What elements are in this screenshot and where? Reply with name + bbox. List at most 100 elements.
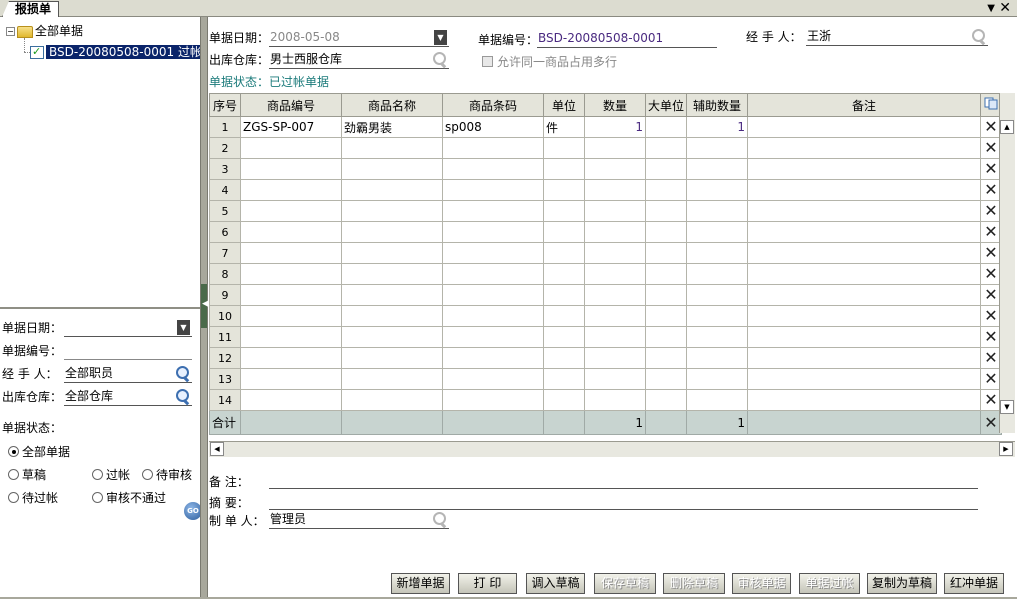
cell-remark[interactable] bbox=[747, 116, 981, 138]
col-header[interactable]: 商品条码 bbox=[442, 93, 544, 117]
cell-big-unit[interactable] bbox=[645, 347, 687, 369]
cell-code[interactable] bbox=[240, 389, 342, 411]
cell-unit[interactable] bbox=[543, 263, 585, 285]
filter-number-input[interactable] bbox=[64, 342, 192, 360]
chevron-down-icon[interactable]: ▼ bbox=[177, 320, 190, 335]
table-row[interactable]: 13 ✕ bbox=[209, 368, 1002, 390]
cell-big-unit[interactable] bbox=[645, 179, 687, 201]
cell-barcode[interactable]: sp008 bbox=[442, 116, 544, 138]
cell-unit[interactable] bbox=[543, 389, 585, 411]
cell-qty[interactable] bbox=[584, 200, 646, 222]
handler-field[interactable]: 王浙 bbox=[806, 28, 988, 46]
cell-big-unit[interactable] bbox=[645, 326, 687, 348]
radio-dot[interactable] bbox=[8, 492, 19, 503]
cell-barcode[interactable] bbox=[442, 137, 544, 159]
cell-code[interactable] bbox=[240, 284, 342, 306]
cell-aux-qty[interactable] bbox=[686, 305, 748, 327]
cell-big-unit[interactable] bbox=[645, 158, 687, 180]
radio-status-pending-audit[interactable]: 待审核 bbox=[142, 467, 192, 483]
cell-code[interactable] bbox=[240, 221, 342, 243]
col-header[interactable]: 辅助数量 bbox=[686, 93, 748, 117]
print-button[interactable]: 打 印 bbox=[458, 573, 517, 594]
cell-code[interactable]: ZGS-SP-007 bbox=[240, 116, 342, 138]
cell-code[interactable] bbox=[240, 242, 342, 264]
cell-aux-qty[interactable] bbox=[686, 158, 748, 180]
table-row[interactable]: 11 ✕ bbox=[209, 326, 1002, 348]
cell-remark[interactable] bbox=[747, 389, 981, 411]
cell-barcode[interactable] bbox=[442, 326, 544, 348]
search-icon[interactable] bbox=[175, 389, 191, 405]
cell-qty[interactable] bbox=[584, 368, 646, 390]
cell-code[interactable] bbox=[240, 368, 342, 390]
cell-code[interactable] bbox=[240, 179, 342, 201]
new-bill-button[interactable]: 新增单据 bbox=[391, 573, 450, 594]
close-icon[interactable]: ✕ bbox=[999, 0, 1011, 16]
table-row[interactable]: 3 ✕ bbox=[209, 158, 1002, 180]
post-bill-button[interactable]: 单据过帐 bbox=[799, 573, 860, 594]
radio-dot[interactable] bbox=[92, 469, 103, 480]
cell-qty[interactable] bbox=[584, 137, 646, 159]
cell-code[interactable] bbox=[240, 347, 342, 369]
cell-code[interactable] bbox=[240, 200, 342, 222]
cell-qty[interactable]: 1 bbox=[584, 116, 646, 138]
cell-aux-qty[interactable] bbox=[686, 263, 748, 285]
cell-qty[interactable] bbox=[584, 242, 646, 264]
cell-remark[interactable] bbox=[747, 284, 981, 306]
cell-name[interactable] bbox=[341, 305, 443, 327]
cell-barcode[interactable] bbox=[442, 242, 544, 264]
radio-dot[interactable] bbox=[8, 446, 19, 457]
cell-aux-qty[interactable] bbox=[686, 200, 748, 222]
cell-name[interactable]: 劲霸男装 bbox=[341, 116, 443, 138]
cell-remark[interactable] bbox=[747, 242, 981, 264]
search-icon[interactable] bbox=[432, 512, 448, 528]
scroll-up-icon[interactable]: ▲ bbox=[1000, 120, 1014, 134]
cell-big-unit[interactable] bbox=[645, 368, 687, 390]
search-icon[interactable] bbox=[175, 366, 191, 382]
cell-unit[interactable] bbox=[543, 242, 585, 264]
cell-aux-qty[interactable] bbox=[686, 368, 748, 390]
summary-input[interactable] bbox=[269, 492, 978, 510]
cell-qty[interactable] bbox=[584, 305, 646, 327]
cell-name[interactable] bbox=[341, 368, 443, 390]
maker-field[interactable]: 管理员 bbox=[269, 511, 449, 529]
table-row[interactable]: 7 ✕ bbox=[209, 242, 1002, 264]
col-header[interactable]: 商品编号 bbox=[240, 93, 342, 117]
cell-remark[interactable] bbox=[747, 305, 981, 327]
cell-big-unit[interactable] bbox=[645, 137, 687, 159]
chevron-down-icon[interactable]: ▼ bbox=[987, 1, 995, 16]
delete-draft-button[interactable]: 删除草稿 bbox=[663, 573, 725, 594]
cell-unit[interactable] bbox=[543, 158, 585, 180]
search-icon[interactable] bbox=[432, 52, 448, 68]
scroll-down-icon[interactable]: ▼ bbox=[1000, 400, 1014, 414]
table-row[interactable]: 8 ✕ bbox=[209, 263, 1002, 285]
tree-node-root[interactable]: − 全部单据 bbox=[6, 23, 83, 39]
cell-big-unit[interactable] bbox=[645, 284, 687, 306]
cell-name[interactable] bbox=[341, 326, 443, 348]
date-field[interactable]: 2008-05-08 ▼ bbox=[269, 29, 449, 47]
cell-unit[interactable] bbox=[543, 137, 585, 159]
cell-unit[interactable] bbox=[543, 347, 585, 369]
collapse-icon[interactable]: − bbox=[6, 27, 15, 36]
cell-aux-qty[interactable] bbox=[686, 326, 748, 348]
table-row[interactable]: 9 ✕ bbox=[209, 284, 1002, 306]
cell-big-unit[interactable] bbox=[645, 242, 687, 264]
cell-qty[interactable] bbox=[584, 158, 646, 180]
checkbox-box[interactable] bbox=[482, 56, 493, 67]
cell-unit[interactable] bbox=[543, 368, 585, 390]
cell-aux-qty[interactable] bbox=[686, 242, 748, 264]
cell-unit[interactable] bbox=[543, 200, 585, 222]
table-row[interactable]: 12 ✕ bbox=[209, 347, 1002, 369]
load-draft-button[interactable]: 调入草稿 bbox=[526, 573, 585, 594]
cell-name[interactable] bbox=[341, 389, 443, 411]
cell-name[interactable] bbox=[341, 137, 443, 159]
horizontal-scrollbar[interactable] bbox=[209, 441, 1015, 457]
col-header[interactable]: 商品名称 bbox=[341, 93, 443, 117]
cell-aux-qty[interactable] bbox=[686, 389, 748, 411]
cell-code[interactable] bbox=[240, 326, 342, 348]
window-tab[interactable]: 报损单 bbox=[2, 1, 60, 17]
cell-barcode[interactable] bbox=[442, 221, 544, 243]
cell-big-unit[interactable] bbox=[645, 305, 687, 327]
cell-remark[interactable] bbox=[747, 368, 981, 390]
cell-unit[interactable] bbox=[543, 284, 585, 306]
col-header[interactable]: 数量 bbox=[584, 93, 646, 117]
